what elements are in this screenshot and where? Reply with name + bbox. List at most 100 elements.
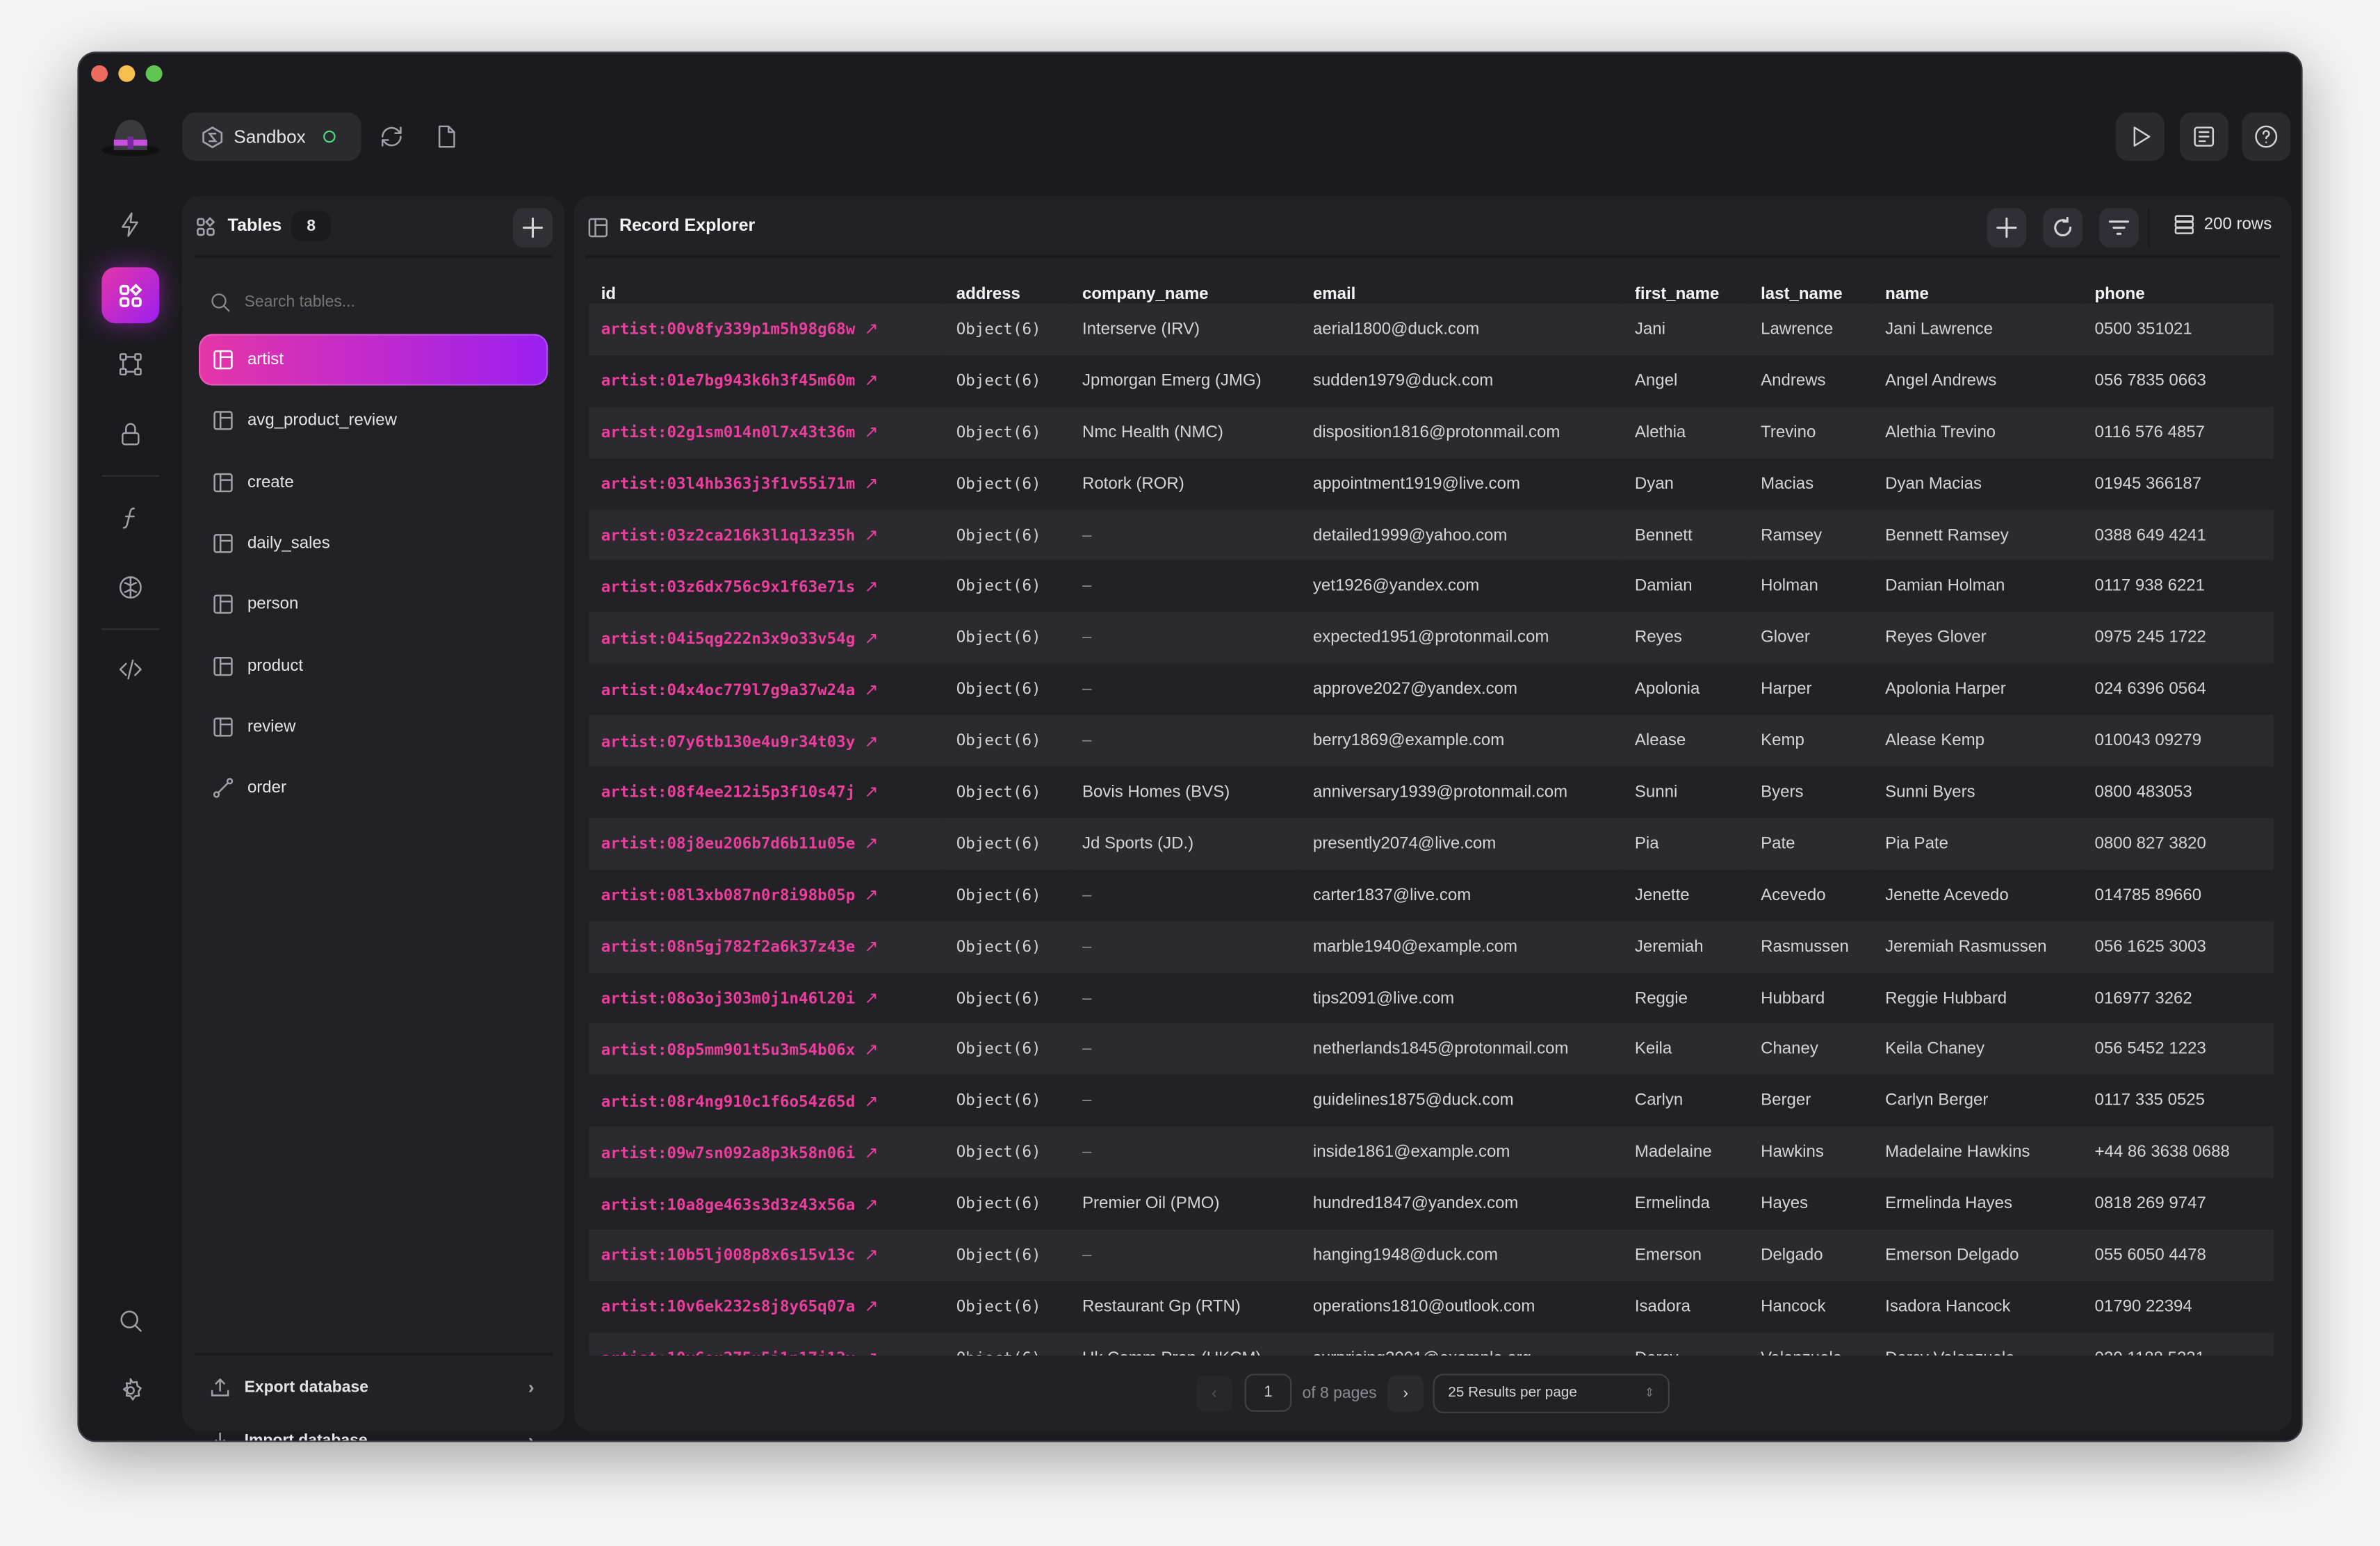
cell-id[interactable]: artist:09w7sn092a8p3k58n06i ↗ [589,1126,945,1178]
record-id-link[interactable]: artist:04x4oc779l7g9a37w24a [601,681,856,699]
cell-id[interactable]: artist:08n5gj782f2a6k37z43e ↗ [589,920,945,973]
record-id-link[interactable]: artist:09w7sn092a8p3k58n06i [601,1144,856,1162]
record-id-link[interactable]: artist:08o3oj303m0j1n46l20i [601,990,856,1008]
brain-icon[interactable] [115,572,146,603]
records-table-container[interactable]: id address company_name email first_name last… [589,272,2274,1356]
open-record-icon[interactable]: ↗ [864,680,878,699]
open-record-icon[interactable]: ↗ [864,577,878,596]
table-row[interactable]: artist:04i5qg222n3x9o33v54g ↗ Object(6) – ex… [589,612,2274,664]
table-item-artist[interactable]: artist [199,334,548,386]
file-icon[interactable] [431,122,462,152]
cell-id[interactable]: artist:03z2ca216k3l1q13z35h ↗ [589,509,945,561]
lightning-icon[interactable] [115,209,146,240]
table-row[interactable]: artist:08l3xb087n0r8i98b05p ↗ Object(6) – ca… [589,870,2274,921]
cell-id[interactable]: artist:01e7bg943k6h3f45m60m ↗ [589,355,944,407]
page-number-input[interactable]: 1 [1244,1374,1292,1412]
results-per-page-select[interactable]: 25 Results per page ⇕ [1433,1373,1670,1413]
open-record-icon[interactable]: ↗ [864,628,878,648]
record-id-link[interactable]: artist:08j8eu206b7d6b11u05e [601,836,856,854]
tables-nav-button[interactable] [101,267,160,324]
search-tables-field[interactable] [244,293,518,311]
function-icon[interactable] [115,503,146,533]
cell-id[interactable]: artist:04i5qg222n3x9o33v54g ↗ [589,612,945,664]
cell-id[interactable]: artist:03z6dx756c9x1f63e71s ↗ [589,561,944,612]
record-id-link[interactable]: artist:01e7bg943k6h3f45m60m [601,373,856,391]
table-row[interactable]: artist:10v6ou275u5i1n17i12v ↗ Object(6)Uk … [589,1332,2274,1356]
import-database-button[interactable]: Import database › [209,1422,535,1441]
run-query-button[interactable] [2116,112,2165,161]
table-row[interactable]: artist:08p5mm901t5u3m54b06x ↗ Object(6) – ne… [589,1023,2274,1075]
table-item-avg-product-review[interactable]: avg_product_review [199,395,548,446]
cell-id[interactable]: artist:03l4hb363j3f1v55i71m ↗ [589,458,944,510]
table-row[interactable]: artist:10b5lj008p8x6s15v13c ↗ Object(6) – ha… [589,1229,2274,1281]
record-id-link[interactable]: artist:03z2ca216k3l1q13z35h [601,527,856,545]
column-header-id[interactable]: id [589,272,944,304]
record-id-link[interactable]: artist:08f4ee212i5p3f10s47j [601,784,856,802]
refresh-records-button[interactable] [2043,208,2083,247]
open-record-icon[interactable]: ↗ [864,474,878,494]
graph-icon[interactable] [115,349,146,380]
table-row[interactable]: artist:04x4oc779l7g9a37w24a ↗ Object(6) – ap… [589,664,2274,715]
export-database-button[interactable]: Export database › [209,1369,535,1406]
cell-id[interactable]: artist:10a8ge463s3d3z43x56a ↗ [589,1178,944,1230]
open-record-icon[interactable]: ↗ [864,1143,878,1162]
cell-id[interactable]: artist:04x4oc779l7g9a37w24a ↗ [589,664,944,715]
open-record-icon[interactable]: ↗ [864,1040,878,1059]
refresh-icon[interactable] [377,122,407,152]
column-header-address[interactable]: address [944,272,1070,304]
table-row[interactable]: artist:01e7bg943k6h3f45m60m ↗ Object(6) Jpm… [589,355,2274,407]
table-item-review[interactable]: review [199,701,548,752]
search-icon[interactable] [115,1305,146,1336]
table-row[interactable]: artist:10v6ek232s8j8y65q07a ↗ Object(6) Res… [589,1281,2274,1333]
help-button[interactable] [2242,112,2291,161]
column-header-phone[interactable]: phone [2082,272,2274,304]
open-record-icon[interactable]: ↗ [864,320,878,339]
record-id-link[interactable]: artist:03z6dx756c9x1f63e71s [601,578,856,596]
code-icon[interactable] [115,654,146,685]
lock-icon[interactable] [115,419,146,450]
open-record-icon[interactable]: ↗ [864,1246,878,1265]
table-item-create[interactable]: create [199,456,548,507]
column-header-first-name[interactable]: first_name [1622,272,1748,304]
record-id-link[interactable]: artist:08n5gj782f2a6k37z43e [601,938,856,957]
column-header-company-name[interactable]: company_name [1070,272,1301,304]
filter-button[interactable] [2099,208,2139,247]
record-id-link[interactable]: artist:08l3xb087n0r8i98b05p [601,887,856,905]
record-id-link[interactable]: artist:10v6ek232s8j8y65q07a [601,1299,856,1317]
record-id-link[interactable]: artist:02g1sm014n0l7x43t36m [601,424,856,442]
table-row[interactable]: artist:08r4ng910c1f6o54z65d ↗ Object(6) – gu… [589,1075,2274,1127]
record-id-link[interactable]: artist:10v6ou275u5i1n17i12v [601,1350,856,1356]
open-record-icon[interactable]: ↗ [864,1297,878,1317]
open-record-icon[interactable]: ↗ [864,423,878,442]
open-record-icon[interactable]: ↗ [864,526,878,545]
table-row[interactable]: artist:07y6tb130e4u9r34t03y ↗ Object(6) – be… [589,715,2274,767]
record-id-link[interactable]: artist:08r4ng910c1f6o54z65d [601,1093,856,1111]
record-id-link[interactable]: artist:10a8ge463s3d3z43x56a [601,1196,856,1214]
table-row[interactable]: artist:02g1sm014n0l7x43t36m ↗ Object(6) Nmc… [589,406,2274,458]
open-record-icon[interactable]: ↗ [864,1194,878,1214]
table-row[interactable]: artist:03z6dx756c9x1f63e71s ↗ Object(6) – ye… [589,561,2274,612]
cell-id[interactable]: artist:07y6tb130e4u9r34t03y ↗ [589,715,945,767]
table-row[interactable]: artist:08j8eu206b7d6b11u05e ↗ Object(6) Jd … [589,817,2274,870]
table-row[interactable]: artist:08o3oj303m0j1n46l20i ↗ Object(6) – ti… [589,973,2274,1024]
settings-icon[interactable] [115,1375,146,1406]
cell-id[interactable]: artist:08f4ee212i5p3f10s47j ↗ [589,767,944,818]
open-record-icon[interactable]: ↗ [864,834,878,854]
cell-id[interactable]: artist:08j8eu206b7d6b11u05e ↗ [589,817,945,870]
open-record-icon[interactable]: ↗ [864,1349,878,1356]
open-record-icon[interactable]: ↗ [864,886,878,905]
search-tables-input[interactable] [209,287,543,318]
next-page-button[interactable]: › [1387,1374,1424,1411]
column-header-last-name[interactable]: last_name [1749,272,1873,304]
table-row[interactable]: artist:03l4hb363j3f1v55i71m ↗ Object(6) Rot… [589,458,2274,510]
column-header-name[interactable]: name [1873,272,2082,304]
open-record-icon[interactable]: ↗ [864,731,878,751]
table-row[interactable]: artist:09w7sn092a8p3k58n06i ↗ Object(6) – in… [589,1126,2274,1178]
record-id-link[interactable]: artist:04i5qg222n3x9o33v54g [601,630,856,648]
cell-id[interactable]: artist:10v6ek232s8j8y65q07a ↗ [589,1281,944,1333]
cell-id[interactable]: artist:08p5mm901t5u3m54b06x ↗ [589,1023,945,1075]
open-record-icon[interactable]: ↗ [864,988,878,1008]
close-window-button[interactable] [91,65,108,82]
table-row[interactable]: artist:00v8fy339p1m5h98g68w ↗ Object(6) Int… [589,303,2274,355]
record-id-link[interactable]: artist:08p5mm901t5u3m54b06x [601,1041,856,1059]
